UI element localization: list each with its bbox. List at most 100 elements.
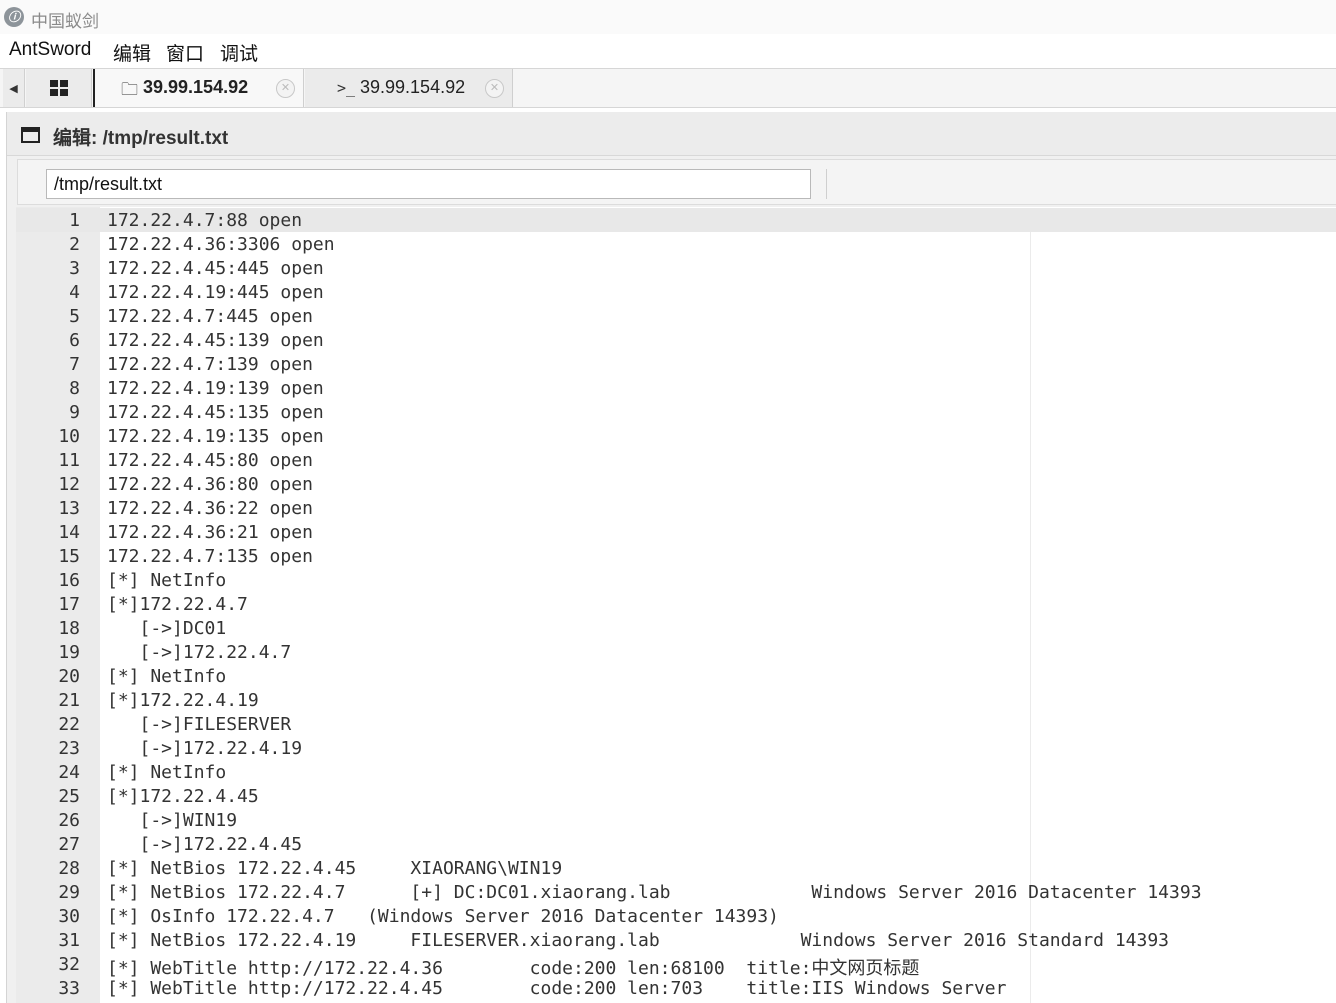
editor-line[interactable]: 2 172.22.4.36:3306 open xyxy=(16,232,1336,256)
editor-line[interactable]: 26 [->]WIN19 xyxy=(16,808,1336,832)
window-title: 中国蚁剑 xyxy=(31,12,99,31)
line-number: 24 xyxy=(58,762,80,783)
editor-line[interactable]: 13 172.22.4.36:22 open xyxy=(16,496,1336,520)
tab-file-manager[interactable]: 🗀 39.99.154.92 ✕ xyxy=(93,69,304,107)
code-editor[interactable]: 1 172.22.4.7:88 open 2 172.22.4.36:3306 ope… xyxy=(16,207,1336,1003)
line-number: 32 xyxy=(58,954,80,975)
line-number: 27 xyxy=(58,834,80,855)
editor-line[interactable]: 3 172.22.4.45:445 open xyxy=(16,256,1336,280)
tab-scroll-left-button[interactable]: ◀ xyxy=(3,69,25,107)
line-text: [*] NetBios 172.22.4.7 [+] DC:DC01.xiaor… xyxy=(107,882,1202,903)
line-text: 172.22.4.19:445 open xyxy=(107,282,324,303)
close-icon[interactable]: ✕ xyxy=(485,79,504,98)
menu-debug[interactable]: 调试 xyxy=(220,39,258,66)
line-number: 15 xyxy=(58,546,80,567)
editor-line[interactable]: 28 [*] NetBios 172.22.4.45 XIAORANG\WIN19 xyxy=(16,856,1336,880)
line-number: 17 xyxy=(58,594,80,615)
line-number: 28 xyxy=(58,858,80,879)
line-text: [*] OsInfo 172.22.4.7 (Windows Server 20… xyxy=(107,906,779,927)
line-text: [*]172.22.4.19 xyxy=(107,690,259,711)
line-text: [->]172.22.4.19 xyxy=(107,738,303,759)
line-number: 4 xyxy=(69,282,80,303)
line-text: 172.22.4.36:21 open xyxy=(107,522,313,543)
grid-icon xyxy=(50,80,68,96)
editor-line[interactable]: 4 172.22.4.19:445 open xyxy=(16,280,1336,304)
editor-line[interactable]: 22 [->]FILESERVER xyxy=(16,712,1336,736)
line-text: [*] NetBios 172.22.4.19 FILESERVER.xiaor… xyxy=(107,930,1170,951)
menu-window[interactable]: 窗口 xyxy=(166,39,204,66)
editor-line[interactable]: 7 172.22.4.7:139 open xyxy=(16,352,1336,376)
close-icon[interactable]: ✕ xyxy=(276,79,295,98)
editor-line[interactable]: 11 172.22.4.45:80 open xyxy=(16,448,1336,472)
line-text: 172.22.4.36:80 open xyxy=(107,474,313,495)
line-text: 172.22.4.7:445 open xyxy=(107,306,313,327)
panel-title: 编辑: /tmp/result.txt xyxy=(53,128,229,149)
line-text: [->]FILESERVER xyxy=(107,714,292,735)
line-text: [->]WIN19 xyxy=(107,810,238,831)
editor-line[interactable]: 33 [*] WebTitle http://172.22.4.45 code:2… xyxy=(16,976,1336,1000)
editor-line[interactable]: 6 172.22.4.45:139 open xyxy=(16,328,1336,352)
editor-line[interactable]: 20 [*] NetInfo xyxy=(16,664,1336,688)
line-number: 11 xyxy=(58,450,80,471)
terminal-icon: >_ xyxy=(337,79,356,97)
editor-line[interactable]: 18 [->]DC01 xyxy=(16,616,1336,640)
line-text: 172.22.4.19:135 open xyxy=(107,426,324,447)
line-text: [*] NetInfo xyxy=(107,762,227,783)
line-text: 172.22.4.45:445 open xyxy=(107,258,324,279)
title-bar: ⓘ 中国蚁剑 xyxy=(0,0,1336,34)
editor-line[interactable]: 14 172.22.4.36:21 open xyxy=(16,520,1336,544)
editor-line[interactable]: 27 [->]172.22.4.45 xyxy=(16,832,1336,856)
editor-line[interactable]: 24 [*] NetInfo xyxy=(16,760,1336,784)
line-text: [*] NetBios 172.22.4.45 XIAORANG\WIN19 xyxy=(107,858,563,879)
line-number: 21 xyxy=(58,690,80,711)
editor-line[interactable]: 1 172.22.4.7:88 open xyxy=(16,208,1336,232)
editor-line[interactable]: 32 [*] WebTitle http://172.22.4.36 code:2… xyxy=(16,952,1336,979)
folder-icon: 🗀 xyxy=(121,80,138,99)
line-number: 8 xyxy=(69,378,80,399)
editor-line[interactable]: 19 [->]172.22.4.7 xyxy=(16,640,1336,664)
tab-file-manager-label: 39.99.154.92 xyxy=(143,77,249,97)
line-text: [*] NetInfo xyxy=(107,666,227,687)
editor-line[interactable]: 8 172.22.4.19:139 open xyxy=(16,376,1336,400)
editor-line[interactable]: 25 [*]172.22.4.45 xyxy=(16,784,1336,808)
editor-line[interactable]: 15 172.22.4.7:135 open xyxy=(16,544,1336,568)
line-number: 12 xyxy=(58,474,80,495)
line-text: 172.22.4.7:88 open xyxy=(107,210,303,231)
editor-line[interactable]: 21 [*]172.22.4.19 xyxy=(16,688,1336,712)
editor-line[interactable]: 9 172.22.4.45:135 open xyxy=(16,400,1336,424)
menu-antsword[interactable]: AntSword xyxy=(9,39,91,61)
editor-line[interactable]: 30 [*] OsInfo 172.22.4.7 (Windows Server … xyxy=(16,904,1336,928)
line-number: 29 xyxy=(58,882,80,903)
menu-edit[interactable]: 编辑 xyxy=(113,39,151,66)
editor-line[interactable]: 12 172.22.4.36:80 open xyxy=(16,472,1336,496)
editor-line[interactable]: 23 [->]172.22.4.19 xyxy=(16,736,1336,760)
line-text: 172.22.4.36:22 open xyxy=(107,498,313,519)
line-number: 22 xyxy=(58,714,80,735)
line-text: 172.22.4.7:135 open xyxy=(107,546,313,567)
panel-header: 编辑: /tmp/result.txt xyxy=(7,112,1336,156)
window-icon xyxy=(21,127,40,143)
editor-line[interactable]: 29 [*] NetBios 172.22.4.7 [+] DC:DC01.xia… xyxy=(16,880,1336,904)
line-text: [*] WebTitle http://172.22.4.45 code:200… xyxy=(107,978,1007,999)
editor-line[interactable]: 31 [*] NetBios 172.22.4.19 FILESERVER.xia… xyxy=(16,928,1336,952)
line-text: 172.22.4.45:135 open xyxy=(107,402,324,423)
line-text: [*] NetInfo xyxy=(107,570,227,591)
line-text: 172.22.4.45:139 open xyxy=(107,330,324,351)
toolbar-divider xyxy=(826,169,827,199)
line-number: 10 xyxy=(58,426,80,447)
path-toolbar xyxy=(17,159,1336,205)
line-number: 6 xyxy=(69,330,80,351)
editor-line[interactable]: 16 [*] NetInfo xyxy=(16,568,1336,592)
line-text: 172.22.4.36:3306 open xyxy=(107,234,335,255)
line-number: 33 xyxy=(58,978,80,999)
editor-line[interactable]: 10 172.22.4.19:135 open xyxy=(16,424,1336,448)
tab-bar: ◀ 🗀 39.99.154.92 ✕ >_ 39.99.154.92 ✕ xyxy=(0,68,1336,108)
menu-bar: AntSword 编辑 窗口 调试 xyxy=(0,34,1336,68)
tab-home[interactable] xyxy=(26,69,92,107)
line-text: [->]172.22.4.7 xyxy=(107,642,292,663)
path-input[interactable] xyxy=(46,169,811,199)
tab-terminal[interactable]: >_ 39.99.154.92 ✕ xyxy=(305,69,513,107)
line-text: 172.22.4.19:139 open xyxy=(107,378,324,399)
editor-line[interactable]: 5 172.22.4.7:445 open xyxy=(16,304,1336,328)
editor-line[interactable]: 17 [*]172.22.4.7 xyxy=(16,592,1336,616)
